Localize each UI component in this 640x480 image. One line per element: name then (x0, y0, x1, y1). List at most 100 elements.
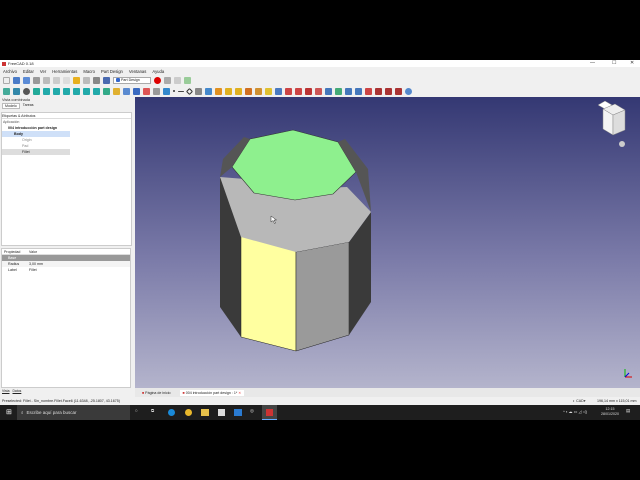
stop-macro-icon[interactable] (164, 76, 171, 84)
group-icon[interactable] (123, 87, 130, 95)
tab-tareas[interactable]: Tareas (21, 103, 36, 109)
refresh-icon[interactable] (93, 76, 100, 84)
revolution-icon[interactable] (235, 87, 242, 95)
tree-item-fillet[interactable]: Fillet (2, 149, 70, 155)
menu-archivo[interactable]: Archivo (3, 69, 17, 74)
record-macro-icon[interactable] (154, 76, 161, 84)
navigation-style-selector[interactable]: ◐ CAD▾ (573, 399, 586, 403)
3d-view[interactable] (135, 97, 640, 388)
freecad-taskbar-button[interactable] (262, 405, 277, 420)
datum-plane-icon[interactable] (185, 87, 194, 95)
subtractive-loft-icon[interactable] (295, 87, 302, 95)
chrome-icon[interactable] (185, 409, 192, 416)
whats-this-icon[interactable] (103, 76, 110, 84)
close-tab-icon[interactable]: ✕ (238, 391, 241, 395)
workbench-selector[interactable]: Part Design (113, 76, 151, 84)
chamfer-icon[interactable] (345, 87, 352, 95)
face-front-right[interactable] (295, 241, 350, 352)
tab-document[interactable]: ■ 004 introducción part design : 1* ✕ (179, 389, 245, 396)
tab-modelo[interactable]: Modelo (2, 103, 20, 109)
fillet-icon[interactable] (335, 87, 342, 95)
isometric-view-icon[interactable] (33, 87, 40, 95)
windows-start-icon[interactable]: ⊞ (6, 408, 12, 416)
property-value[interactable]: Fillet (29, 268, 37, 272)
left-view-icon[interactable] (93, 87, 100, 95)
groove-icon[interactable] (285, 87, 292, 95)
paste-icon[interactable] (63, 76, 70, 84)
mirrored-icon[interactable] (325, 87, 332, 95)
menu-macro[interactable]: Macro (83, 69, 95, 74)
boolean-icon[interactable] (405, 87, 412, 95)
pipe-icon[interactable] (255, 87, 262, 95)
file-explorer-icon[interactable] (201, 409, 209, 416)
store-icon[interactable] (218, 409, 225, 416)
right-view-icon[interactable] (63, 87, 70, 95)
part-icon[interactable] (113, 87, 120, 95)
minimize-button[interactable]: — (590, 60, 595, 66)
additive-primitive-icon[interactable] (265, 87, 272, 95)
edge-icon[interactable] (168, 409, 175, 416)
app-icon[interactable]: ◎ (250, 408, 254, 414)
close-button[interactable]: ✕ (630, 60, 634, 66)
tab-vista[interactable]: Vista (2, 389, 9, 393)
sketch-icon[interactable] (143, 87, 150, 95)
measure-icon[interactable] (103, 87, 110, 95)
top-view-icon[interactable] (53, 87, 60, 95)
menu-ventanas[interactable]: Ventanas (129, 69, 146, 74)
property-row-label[interactable]: Label Fillet (2, 267, 130, 273)
shape-binder-icon[interactable] (163, 87, 170, 95)
save-icon[interactable] (23, 76, 30, 84)
local-cs-icon[interactable] (195, 87, 202, 95)
validate-sketch-icon[interactable] (153, 87, 160, 95)
property-value[interactable]: 3,00 mm (29, 262, 43, 266)
mail-icon[interactable] (234, 409, 242, 416)
subtractive-primitive-icon[interactable] (315, 87, 322, 95)
navigation-cube[interactable] (597, 100, 626, 147)
notifications-icon[interactable]: ▤ (626, 408, 630, 414)
new-icon[interactable] (3, 76, 10, 84)
taskbar-search[interactable]: ⌕ Escribe aquí para buscar (17, 405, 130, 420)
copy-icon[interactable] (53, 76, 60, 84)
redo-icon[interactable] (83, 76, 90, 84)
nav-cube-menu-icon[interactable] (619, 141, 625, 147)
fit-selection-icon[interactable] (13, 87, 20, 95)
linear-pattern-icon[interactable] (375, 87, 382, 95)
tab-start-page[interactable]: ■ Página de inicio (139, 390, 174, 396)
body-icon[interactable] (133, 87, 140, 95)
subtractive-pipe-icon[interactable] (305, 87, 312, 95)
thickness-icon[interactable] (365, 87, 372, 95)
octagonal-prism-model[interactable] (135, 97, 640, 388)
hole-icon[interactable] (275, 87, 282, 95)
front-view-icon[interactable] (43, 87, 50, 95)
fit-all-icon[interactable] (3, 87, 10, 95)
pad-icon[interactable] (215, 87, 222, 95)
datum-line-icon[interactable] (178, 90, 184, 92)
edit-macro-icon[interactable] (174, 76, 181, 84)
cortana-icon[interactable]: ○ (135, 408, 138, 413)
menu-ayuda[interactable]: Ayuda (152, 69, 164, 74)
open-icon[interactable] (13, 76, 20, 84)
cut-icon[interactable] (43, 76, 50, 84)
tab-datos[interactable]: Datos (12, 389, 21, 393)
save-as-icon[interactable] (33, 76, 40, 84)
polar-pattern-icon[interactable] (385, 87, 392, 95)
multitransform-icon[interactable] (395, 87, 402, 95)
clock[interactable]: 12:15 28/01/2020 (601, 407, 619, 417)
system-tray-icons[interactable]: ^ ▪ ☁ ▭ ◿ ◁) (563, 409, 587, 414)
rear-view-icon[interactable] (73, 87, 80, 95)
pocket-icon[interactable] (225, 87, 232, 95)
loft-icon[interactable] (245, 87, 252, 95)
undo-icon[interactable] (73, 76, 80, 84)
draft-icon[interactable] (355, 87, 362, 95)
menu-herramientas[interactable]: Herramientas (52, 69, 77, 74)
clone-icon[interactable] (205, 87, 212, 95)
run-macro-icon[interactable] (184, 76, 191, 84)
menu-ver[interactable]: Ver (40, 69, 46, 74)
bottom-view-icon[interactable] (83, 87, 90, 95)
task-view-icon[interactable]: ⧉ (151, 408, 154, 413)
maximize-button[interactable]: ☐ (612, 60, 616, 66)
datum-point-icon[interactable] (173, 90, 175, 92)
draw-style-icon[interactable] (23, 87, 30, 95)
menu-part-design[interactable]: Part Design (101, 69, 123, 74)
menu-editar[interactable]: Editar (23, 69, 34, 74)
